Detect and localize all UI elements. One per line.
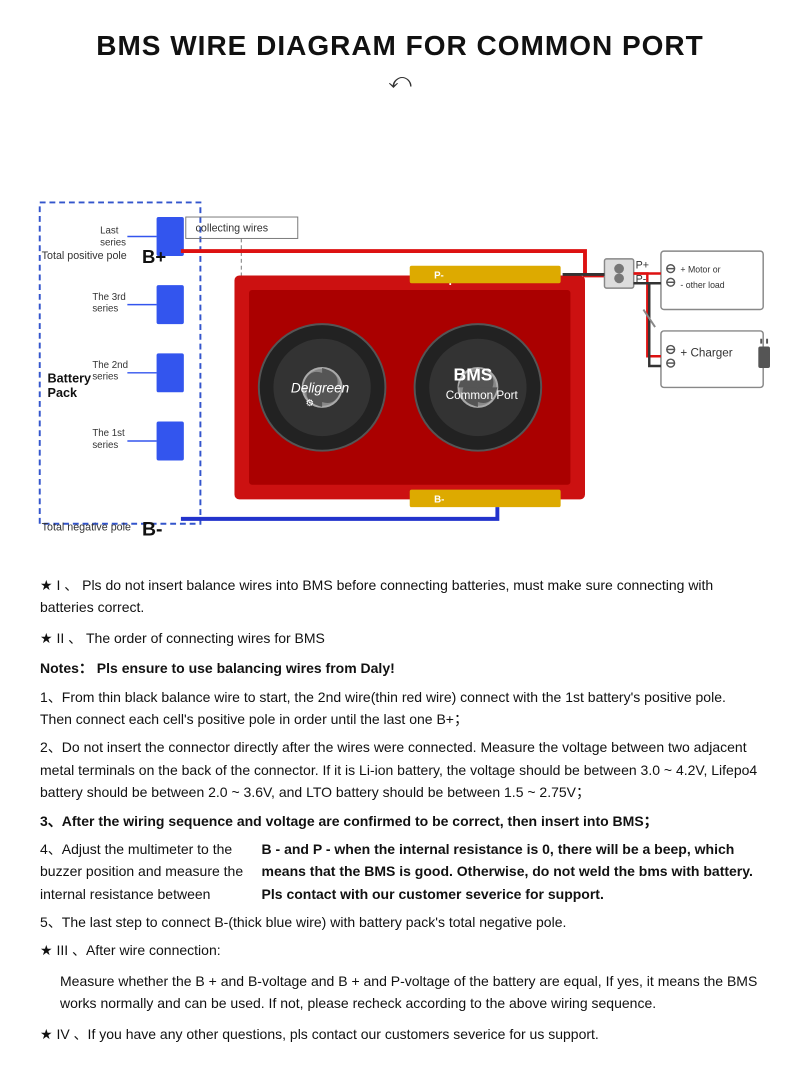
svg-text:BMS: BMS: [454, 365, 493, 385]
item2-text: 2、Do not insert the connector directly a…: [40, 736, 760, 803]
instruction-star1: ★ I 、 Pls do not insert balance wires in…: [40, 574, 760, 619]
instruction-item1: 1、From thin black balance wire to start,…: [40, 686, 760, 731]
svg-text:P+: P+: [636, 260, 649, 272]
instruction-star3: ★ III 、After wire connection:: [40, 939, 760, 961]
star3-intro: ★ III 、After wire connection:: [40, 939, 221, 961]
chevron-icon: ⤺: [30, 68, 770, 94]
instruction-star2: ★ II 、 The order of connecting wires for…: [40, 627, 760, 649]
diagram-container: Battery Pack Last series The 3rd series …: [30, 104, 770, 554]
instruction-star3-body: Measure whether the B + and B-voltage an…: [60, 970, 760, 1015]
svg-text:Total positive pole: Total positive pole: [42, 250, 127, 262]
svg-text:+ Motor or: + Motor or: [680, 265, 720, 275]
svg-text:series: series: [100, 237, 126, 248]
svg-text:The 3rd: The 3rd: [92, 292, 126, 303]
instructions-section: ★ I 、 Pls do not insert balance wires in…: [30, 574, 770, 1045]
svg-text:Battery: Battery: [48, 372, 92, 386]
svg-text:Deligreen: Deligreen: [291, 380, 349, 395]
instruction-item3: 3、After the wiring sequence and voltage …: [40, 810, 760, 832]
svg-text:P-: P-: [434, 270, 444, 281]
item1-text: 1、From thin black balance wire to start,…: [40, 686, 760, 731]
svg-text:B-: B-: [434, 494, 444, 505]
instruction-item5: 5、The last step to connect B-(thick blue…: [40, 911, 760, 933]
page-title: BMS WIRE DIAGRAM FOR COMMON PORT: [30, 30, 770, 62]
item3-text: 3、After the wiring sequence and voltage …: [40, 810, 658, 832]
svg-text:B+: B+: [142, 246, 166, 267]
item5-text: 5、The last step to connect B-(thick blue…: [40, 911, 566, 933]
star3-body-text: Measure whether the B + and B-voltage an…: [60, 973, 757, 1011]
instruction-item2: 2、Do not insert the connector directly a…: [40, 736, 760, 803]
svg-text:B-: B-: [142, 518, 163, 540]
instruction-item4: 4、Adjust the multimeter to the buzzer po…: [40, 838, 760, 905]
svg-text:Pack: Pack: [48, 386, 78, 400]
star2-text: ★ II 、 The order of connecting wires for…: [40, 627, 325, 649]
svg-text:Common Port: Common Port: [446, 389, 519, 402]
svg-text:series: series: [92, 440, 118, 451]
star1-text: ★ I 、 Pls do not insert balance wires in…: [40, 574, 760, 619]
svg-text:- other load: - other load: [680, 280, 724, 290]
svg-text:The 2nd: The 2nd: [92, 360, 128, 371]
svg-text:series: series: [92, 372, 118, 383]
svg-text:The 1st: The 1st: [92, 428, 125, 439]
svg-text:Total negative pole: Total negative pole: [42, 522, 131, 534]
svg-text:Last: Last: [100, 226, 119, 237]
star4-text: ★ IV 、If you have any other questions, p…: [40, 1023, 599, 1045]
svg-text:collecting wires: collecting wires: [196, 223, 269, 235]
svg-text:+ Charger: + Charger: [680, 346, 732, 359]
svg-text:⚙: ⚙: [306, 398, 315, 409]
svg-text:series: series: [92, 303, 118, 314]
item4-intro: 4、Adjust the multimeter to the buzzer po…: [40, 838, 258, 905]
notes-line: Notes： Pls ensure to use balancing wires…: [40, 657, 760, 679]
instruction-star4: ★ IV 、If you have any other questions, p…: [40, 1023, 760, 1045]
item4-bold: B - and P - when the internal resistance…: [262, 838, 760, 905]
